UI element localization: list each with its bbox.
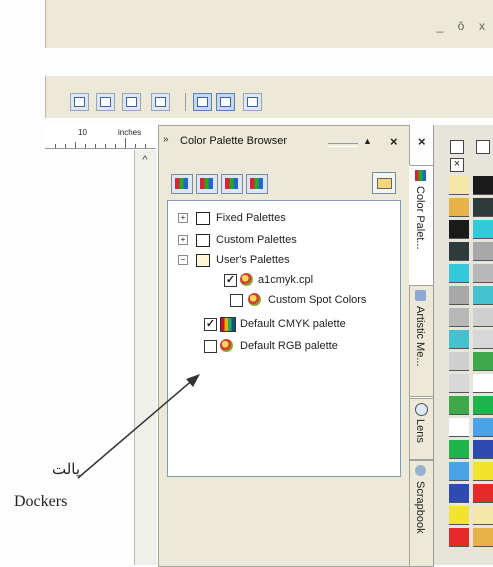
annotation-english: Dockers — [14, 493, 68, 510]
annotation-farsi: پالت — [52, 460, 81, 478]
annotation-arrow — [77, 374, 200, 479]
